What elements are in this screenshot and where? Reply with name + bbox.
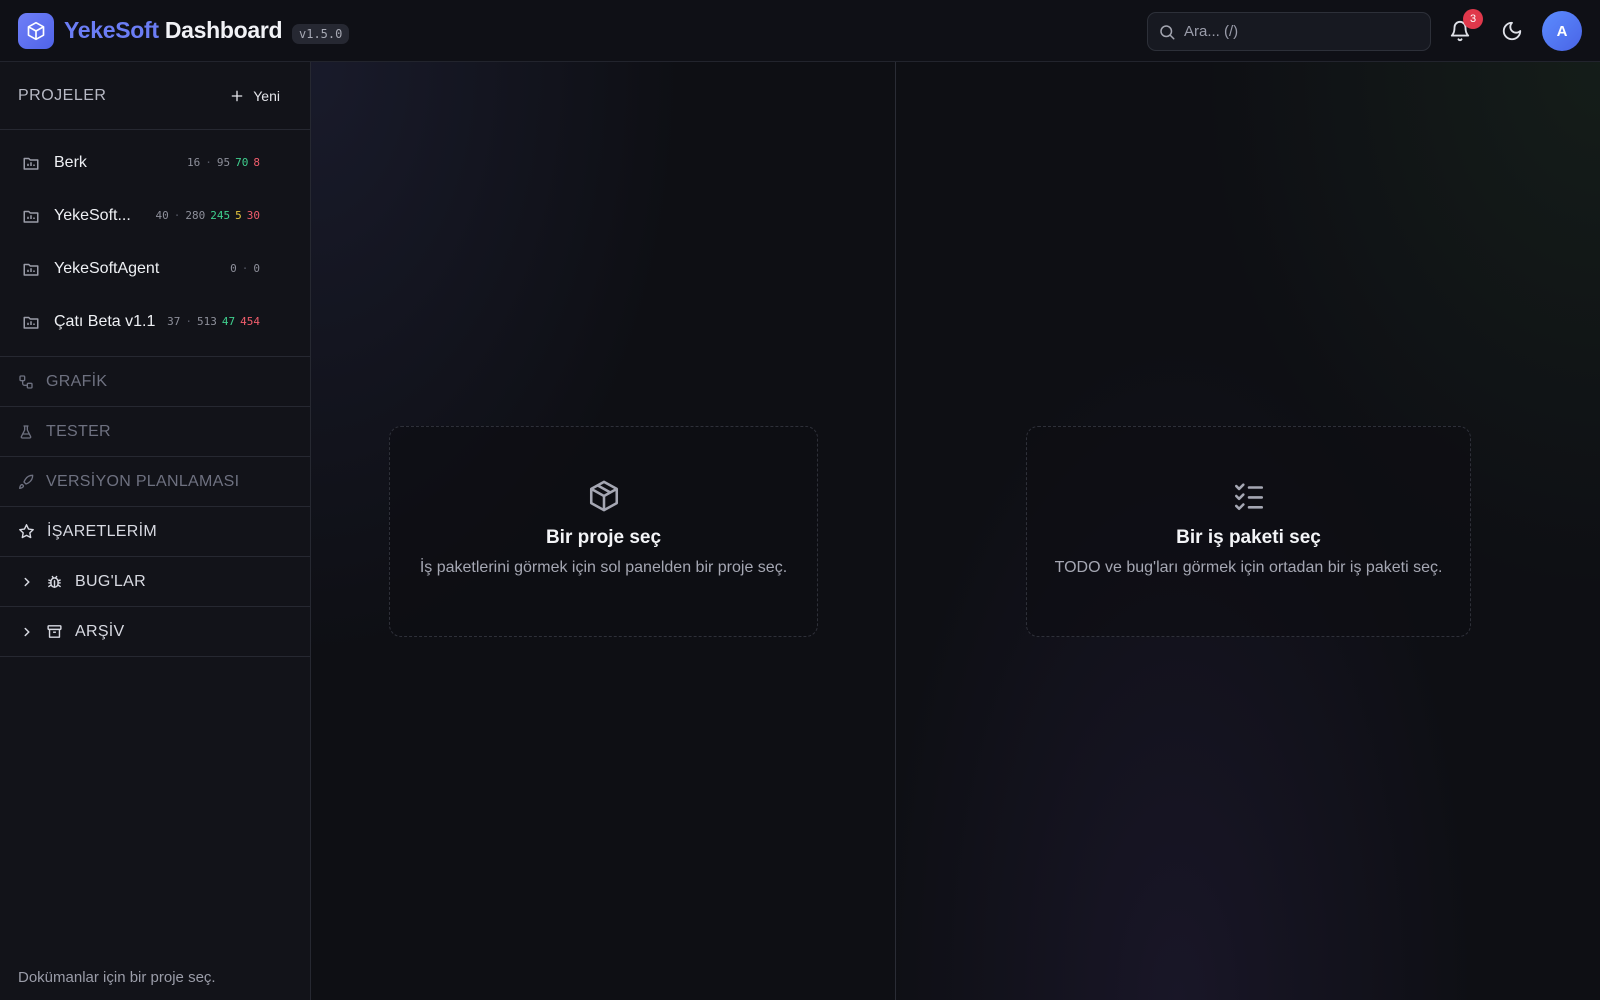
stat-done: 245	[210, 209, 231, 222]
sidebar-section-versiyon[interactable]: VERSİYON PLANLAMASI	[0, 457, 310, 507]
stat-total: 513	[197, 315, 217, 328]
cube-icon	[27, 21, 45, 41]
user-avatar[interactable]: A	[1542, 11, 1582, 51]
project-item[interactable]: Çatı Beta v1.1 37 · 513 47 454	[0, 295, 310, 348]
section-label: ARŞİV	[75, 622, 125, 640]
chevron-right-icon	[24, 577, 30, 586]
archive-icon	[47, 625, 62, 638]
top-bar: YekeSoft Dashboard v1.5.0 3 A	[0, 0, 1600, 62]
flask-icon	[20, 424, 32, 439]
project-name: Berk	[54, 153, 87, 171]
sidebar-section-arsiv[interactable]: ARŞİV	[0, 607, 310, 657]
chevron-right-icon	[24, 627, 30, 636]
stat-total: 0	[253, 262, 260, 275]
placeholder-title: Bir proje seç	[545, 527, 662, 548]
placeholder-subtitle: TODO ve bug'ları görmek için ortadan bir…	[1054, 559, 1443, 576]
workflow-icon	[19, 374, 33, 389]
project-item[interactable]: YekeSoftAgent 0 · 0	[0, 242, 310, 295]
stat-separator: ·	[173, 209, 181, 222]
search-icon	[1160, 25, 1175, 40]
sidebar: PROJELER Yeni Berk 16 · 95 70 8 YekeSoft…	[0, 62, 311, 1000]
select-project-placeholder: Bir proje seç İş paketlerini görmek için…	[389, 426, 818, 637]
folder-icon	[23, 263, 39, 276]
stat-packages: 16	[187, 156, 201, 169]
sidebar-section-isaretlerim[interactable]: İŞARETLERİM	[0, 507, 310, 557]
new-project-label: Yeni	[253, 87, 280, 104]
placeholder-title: Bir iş paketi seç	[1176, 527, 1321, 548]
version-badge: v1.5.0	[292, 24, 350, 44]
stat-bugs: 454	[240, 315, 260, 328]
section-label: VERSİYON PLANLAMASI	[46, 472, 240, 490]
app-logo[interactable]	[18, 13, 54, 49]
placeholder-subtitle: İş paketlerini görmek için sol panelden …	[419, 559, 788, 576]
project-stats: 40 · 280 245 5 30	[156, 209, 261, 222]
folder-icon	[23, 210, 39, 223]
section-label: BUG'LAR	[75, 572, 146, 590]
stat-bugs: 30	[246, 209, 260, 222]
stat-separator: ·	[205, 156, 212, 169]
theme-toggle-moon-icon[interactable]	[1501, 20, 1523, 42]
checklist-icon	[1234, 483, 1263, 511]
package-icon	[589, 480, 618, 512]
app-title: YekeSoft Dashboard	[64, 17, 283, 44]
stat-packages: 37	[167, 315, 181, 328]
project-name: YekeSoft...	[54, 206, 131, 224]
project-stats: 0 · 0	[230, 262, 260, 275]
stat-done: 70	[235, 156, 249, 169]
sidebar-section-buglar[interactable]: BUG'LAR	[0, 557, 310, 607]
project-item[interactable]: YekeSoft... 40 · 280 245 5 30	[0, 189, 310, 242]
stat-packages: 40	[155, 209, 169, 222]
plus-icon	[231, 90, 243, 101]
star-icon	[19, 524, 34, 539]
projects-title: PROJELER	[18, 86, 107, 104]
select-package-placeholder: Bir iş paketi seç TODO ve bug'ları görme…	[1026, 426, 1471, 637]
stat-total: 280	[185, 209, 206, 222]
project-stats: 16 · 95 70 8	[187, 156, 260, 169]
sidebar-section-tester[interactable]: TESTER	[0, 407, 310, 457]
stat-done: 47	[221, 315, 236, 328]
folder-icon	[23, 316, 39, 329]
notification-count-badge: 3	[1463, 9, 1483, 29]
sidebar-section-grafik[interactable]: GRAFİK	[0, 357, 310, 407]
project-name: Çatı Beta v1.1	[54, 312, 156, 330]
stat-separator: ·	[185, 315, 192, 328]
rocket-icon	[19, 474, 34, 489]
stat-bugs: 8	[253, 156, 260, 169]
work-packages-panel: Bir proje seç İş paketlerini görmek için…	[311, 62, 896, 1000]
section-label: GRAFİK	[46, 372, 108, 390]
project-stats: 37 · 513 47 454	[167, 315, 260, 328]
project-name: YekeSoftAgent	[54, 259, 160, 277]
bug-icon	[48, 575, 61, 588]
stat-in-progress: 5	[235, 209, 242, 222]
search-input[interactable]	[1184, 23, 1414, 40]
project-list: Berk 16 · 95 70 8 YekeSoft... 40 · 280 2…	[0, 130, 310, 357]
stat-total: 95	[216, 156, 231, 169]
search-box[interactable]	[1147, 12, 1431, 51]
project-item[interactable]: Berk 16 · 95 70 8	[0, 136, 310, 189]
tasks-panel: Bir iş paketi seç TODO ve bug'ları görme…	[896, 62, 1600, 1000]
folder-icon	[23, 157, 39, 170]
stat-packages: 0	[230, 262, 237, 275]
projects-header: PROJELER Yeni	[0, 62, 310, 130]
section-label: TESTER	[46, 422, 111, 440]
new-project-button[interactable]: Yeni	[229, 88, 280, 104]
docs-hint: Dokümanlar için bir proje seç.	[18, 969, 216, 986]
brand-name: YekeSoft	[64, 17, 159, 43]
section-label: İŞARETLERİM	[47, 522, 157, 540]
stat-separator: ·	[241, 262, 249, 275]
brand-suffix: Dashboard	[164, 17, 283, 43]
